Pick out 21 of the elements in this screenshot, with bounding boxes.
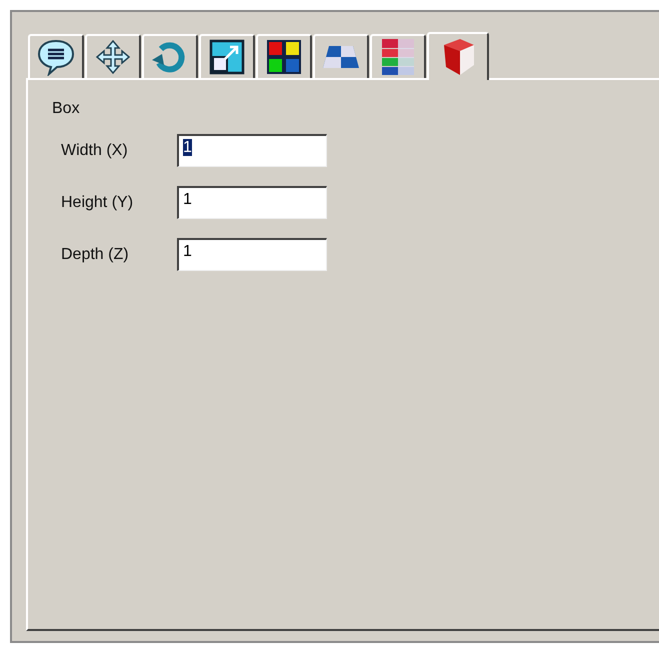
input-field[interactable]: 1 (177, 186, 327, 219)
tab[interactable] (256, 34, 312, 78)
input-field[interactable]: 1 (177, 134, 327, 167)
tab[interactable] (313, 34, 369, 78)
section-title: Box (52, 100, 81, 118)
tab[interactable] (142, 34, 198, 78)
tab[interactable] (370, 34, 426, 78)
speech-bubble-icon (36, 38, 76, 76)
color-grid-icon (266, 39, 302, 75)
tab[interactable] (199, 34, 255, 78)
field-label: Width (X) (60, 142, 129, 160)
input-field[interactable]: 1 (177, 238, 327, 271)
scale-icon (209, 39, 245, 75)
tab[interactable] (427, 32, 489, 80)
field-label: Depth (Z) (60, 246, 130, 264)
plane-tiles-icon (321, 44, 361, 70)
move-arrows-icon (95, 39, 131, 75)
layer-stack-icon (379, 37, 417, 77)
tab[interactable] (28, 34, 84, 78)
tab[interactable] (85, 34, 141, 78)
field-label: Height (Y) (60, 194, 134, 212)
